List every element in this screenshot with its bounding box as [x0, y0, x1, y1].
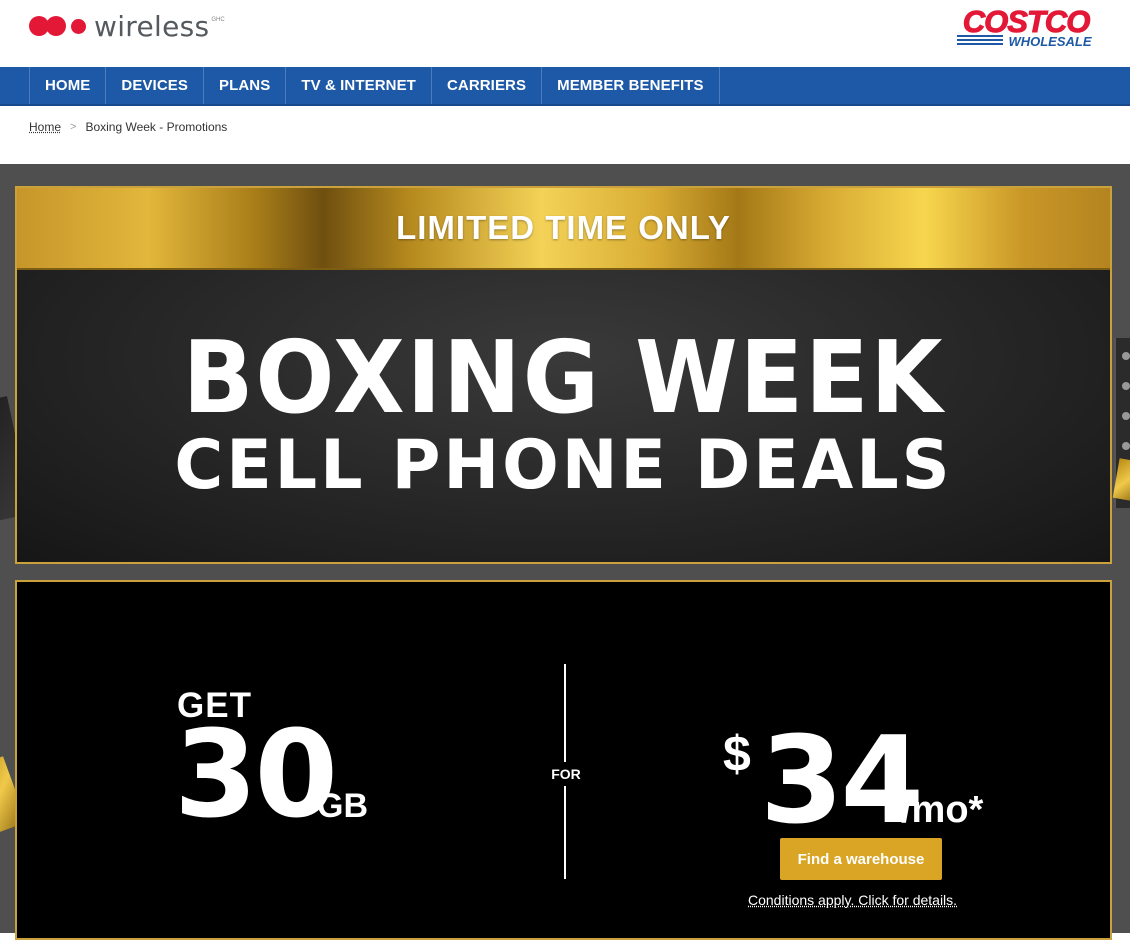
banner-subheadline: CELL PHONE DEALS	[174, 426, 953, 505]
nav-item-home[interactable]: HOME	[30, 67, 107, 104]
limited-time-ribbon: LIMITED TIME ONLY	[17, 188, 1110, 270]
wireless-logo[interactable]: wireless GHC	[29, 8, 225, 44]
nav-item-tv-internet[interactable]: TV & INTERNET	[286, 67, 432, 104]
find-warehouse-button[interactable]: Find a warehouse	[780, 838, 942, 880]
offer-data-unit: GB	[317, 787, 368, 825]
wireless-logo-dots-icon	[29, 16, 86, 36]
offer-price: 34	[760, 712, 924, 851]
wireless-logo-text: wireless	[94, 9, 210, 43]
breadcrumb-home-link[interactable]: Home	[29, 120, 61, 134]
main-nav-list: HOME DEVICES PLANS TV & INTERNET CARRIER…	[29, 67, 1130, 104]
offer-data-amount: 30	[174, 706, 338, 845]
wireless-logo-superscript: GHC	[211, 17, 225, 23]
limited-time-text: LIMITED TIME ONLY	[396, 209, 731, 246]
breadcrumb-current: Boxing Week - Promotions	[85, 120, 228, 134]
nav-item-member-benefits[interactable]: MEMBER BENEFITS	[542, 67, 720, 104]
offer-price-period: /mo*	[901, 789, 984, 831]
offer-currency: $	[723, 726, 751, 782]
nav-item-plans[interactable]: PLANS	[204, 67, 287, 104]
offer-for-label: FOR	[538, 762, 594, 786]
main-nav: HOME DEVICES PLANS TV & INTERNET CARRIER…	[0, 67, 1130, 106]
breadcrumb: Home > Boxing Week - Promotions	[29, 120, 227, 134]
costco-wholesale-logo[interactable]: COSTCO WHOLESALE	[953, 5, 1099, 49]
banner-headline: BOXING WEEK	[182, 319, 945, 436]
nav-item-devices[interactable]: DEVICES	[106, 67, 204, 104]
nav-item-carriers[interactable]: CARRIERS	[432, 67, 543, 104]
offer-banner: GET 30 GB FOR $ 34 /mo* Find a warehouse…	[15, 580, 1112, 940]
costco-logo-bottom: WHOLESALE	[1008, 34, 1091, 49]
site-header: wireless GHC COSTCO WHOLESALE	[0, 0, 1130, 67]
boxing-week-banner[interactable]: LIMITED TIME ONLY BOXING WEEK CELL PHONE…	[15, 186, 1112, 564]
breadcrumb-separator: >	[70, 121, 77, 133]
conditions-link[interactable]: Conditions apply. Click for details.	[748, 892, 957, 908]
